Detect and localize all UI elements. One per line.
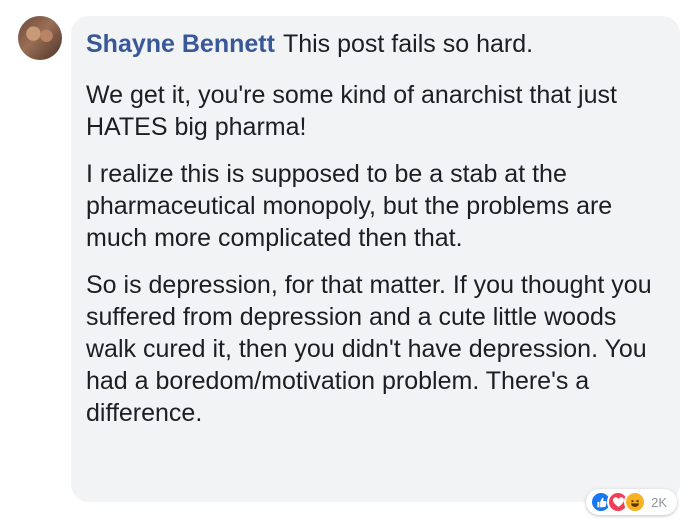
reaction-count: 2K xyxy=(651,494,667,510)
comment-text-first: This post fails so hard. xyxy=(282,30,534,58)
comment-paragraph: We get it, you're some kind of anarchist… xyxy=(86,81,617,141)
comment-paragraph: I realize this is supposed to be a stab … xyxy=(86,160,613,252)
author-name[interactable]: Shayne Bennett xyxy=(86,30,275,58)
comment-first-line: Shayne Bennett This post fails so hard. xyxy=(86,28,664,60)
comment-paragraph: So is depression, for that matter. If yo… xyxy=(86,271,652,427)
comment-bubble: Shayne Bennett This post fails so hard. W… xyxy=(71,16,680,502)
reactions-summary[interactable]: 2K xyxy=(586,489,677,515)
haha-icon xyxy=(624,491,647,513)
avatar[interactable] xyxy=(18,16,62,60)
